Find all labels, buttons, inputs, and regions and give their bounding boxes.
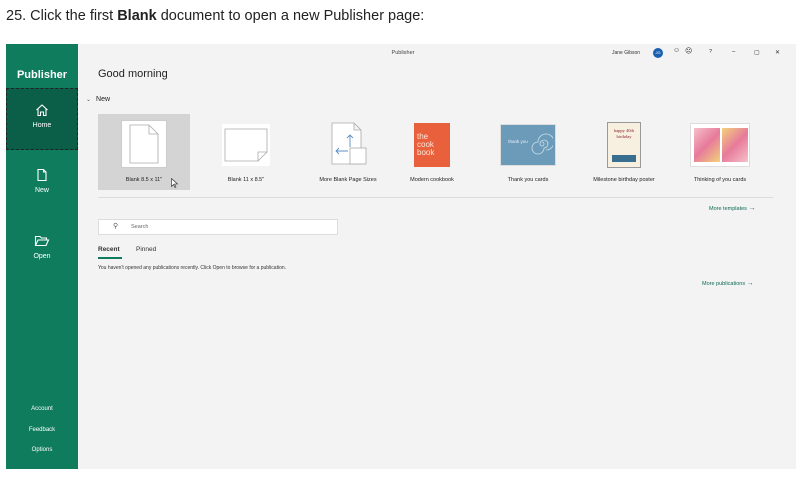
more-publications-label: More publications (702, 281, 746, 287)
flower-card-left-graphic (694, 128, 720, 162)
thank-you-thumbnail: thank you (500, 124, 556, 166)
cookbook-thumbnail-text: the cook book (417, 132, 435, 157)
title-bar: Publisher Jane Gibson JG ☺ ☹ ? – ▢ ✕ (78, 44, 796, 62)
sidebar-item-new[interactable]: New (6, 168, 78, 230)
publisher-window: Publisher Home New Open Account Feedback… (6, 44, 796, 469)
minimize-button[interactable]: – (732, 49, 735, 55)
restore-button[interactable]: ▢ (754, 49, 760, 56)
app-name: Publisher (16, 69, 68, 81)
tab-active-indicator (98, 257, 122, 259)
more-sizes-thumbnail (324, 120, 372, 168)
blank-landscape-thumbnail (222, 124, 270, 166)
home-icon (7, 103, 77, 117)
template-label: Thank you cards (507, 177, 549, 183)
blank-page-icon (129, 124, 159, 164)
flower-card-right-graphic (722, 128, 748, 162)
more-templates-label: More templates (709, 206, 747, 212)
instruction-bold: Blank (117, 8, 157, 24)
template-milestone-birthday-poster[interactable]: happy 40th birthday Milestone birthday p… (578, 114, 670, 190)
templates-divider (98, 197, 773, 198)
new-section-label: New (96, 96, 111, 103)
sidebar-account[interactable]: Account (6, 406, 78, 412)
thinking-of-you-thumbnail (690, 123, 750, 167)
new-section-header[interactable]: ⌄ New (86, 96, 110, 103)
template-label: Blank 11 x 8.5" (227, 177, 265, 183)
template-thank-you-cards[interactable]: thank you Thank you cards (482, 114, 574, 190)
birthday-poster-thumbnail: happy 40th birthday (607, 122, 641, 168)
instruction-prefix: 25. Click the first (6, 8, 118, 24)
no-recent-message: You haven't opened any publications rece… (98, 265, 287, 271)
birthday-thumbnail-text: happy 40th birthday (613, 128, 635, 139)
avatar[interactable]: JG (653, 48, 663, 58)
sidebar-item-label: Home (32, 122, 52, 129)
template-thinking-of-you-cards[interactable]: Thinking of you cards (674, 114, 766, 190)
birthday-banner-graphic (612, 155, 636, 162)
search-input[interactable]: ⚲ Search (98, 219, 338, 235)
close-button[interactable]: ✕ (775, 49, 780, 56)
search-placeholder: Search (131, 224, 149, 230)
tab-recent[interactable]: Recent (98, 246, 120, 253)
greeting-heading: Good morning (98, 68, 168, 80)
blank-portrait-thumbnail (121, 120, 167, 168)
more-templates-link[interactable]: More templates → (709, 205, 755, 212)
sidebar-options[interactable]: Options (6, 447, 78, 453)
thank-you-thumbnail-text: thank you (508, 139, 528, 144)
instruction-text: 25. Click the first Blank document to op… (6, 8, 424, 24)
mouse-cursor-icon (171, 175, 179, 193)
template-label: Modern cookbook (410, 177, 454, 183)
sidebar-item-label: New (34, 187, 49, 194)
help-button[interactable]: ? (709, 49, 712, 55)
template-modern-cookbook[interactable]: the cook book Modern cookbook (386, 114, 478, 190)
frown-feedback-icon[interactable]: ☹ (685, 47, 692, 55)
smile-feedback-icon[interactable]: ☺ (673, 47, 680, 54)
sidebar-item-open[interactable]: Open (6, 234, 78, 296)
template-label: Milestone birthday poster (593, 177, 655, 183)
blank-page-landscape-icon (224, 128, 268, 162)
more-publications-link[interactable]: More publications → (702, 280, 754, 287)
template-more-blank-sizes[interactable]: More Blank Page Sizes (302, 114, 394, 190)
template-label: More Blank Page Sizes (319, 177, 377, 183)
new-document-icon (6, 168, 78, 182)
template-label: Thinking of you cards (693, 177, 747, 183)
folder-open-icon (6, 234, 78, 248)
sidebar: Publisher Home New Open Account Feedback… (6, 44, 78, 469)
template-blank-landscape[interactable]: Blank 11 x 8.5" (200, 114, 292, 190)
page-sizes-icon (331, 122, 367, 165)
tab-pinned[interactable]: Pinned (136, 246, 156, 253)
arrow-right-icon: → (746, 280, 754, 287)
arrow-right-icon: → (748, 205, 756, 212)
user-name[interactable]: Jane Gibson (612, 50, 640, 56)
sidebar-item-home[interactable]: Home (6, 88, 78, 150)
sidebar-feedback[interactable]: Feedback (6, 427, 78, 433)
chevron-down-icon: ⌄ (86, 97, 92, 103)
instruction-suffix: document to open a new Publisher page: (156, 8, 425, 24)
swirl-graphic (531, 133, 553, 155)
sidebar-item-label: Open (33, 253, 51, 260)
search-icon: ⚲ (113, 223, 119, 230)
cookbook-thumbnail: the cook book (414, 123, 450, 167)
